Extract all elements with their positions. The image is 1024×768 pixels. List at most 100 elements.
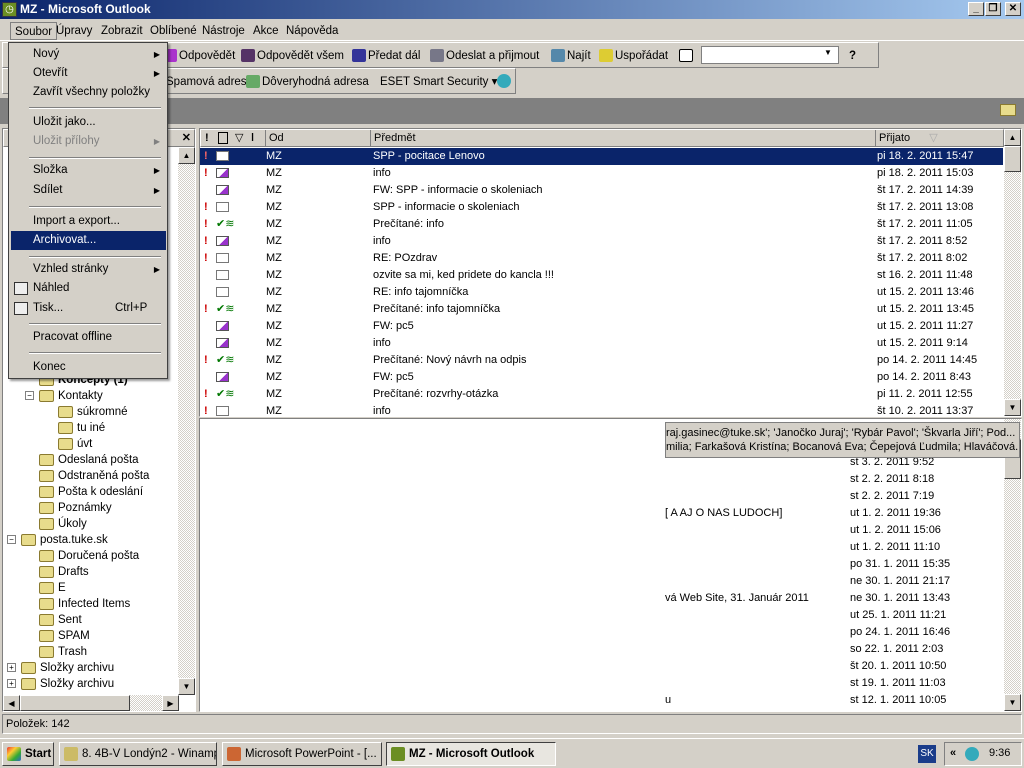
importance-column[interactable]: ! — [205, 130, 209, 146]
menu-item-zavřít-všechny-položky[interactable]: Zavřít všechny položky — [11, 83, 166, 102]
message-row[interactable]: MZ info ut 15. 2. 2011 9:14 — [200, 335, 1003, 352]
folder-item[interactable]: Trash — [39, 644, 87, 660]
message-row[interactable]: [ A AJ O NAS LUDOCH] ut 1. 2. 2011 19:36 — [200, 505, 1003, 522]
message-row[interactable]: ut 1. 2. 2011 11:10 — [200, 539, 1003, 556]
folder-item[interactable]: + Složky archivu — [7, 660, 114, 676]
message-row[interactable]: st 2. 2. 2011 8:18 — [200, 471, 1003, 488]
tray-chevron-icon[interactable]: « — [950, 747, 956, 759]
message-row[interactable]: ! MZ SPP - pocitace Lenovo pi 18. 2. 2011 1… — [200, 148, 1003, 165]
icon-column[interactable] — [218, 132, 228, 144]
help-button[interactable]: ? — [849, 47, 856, 65]
expander-icon[interactable]: − — [7, 535, 16, 544]
message-row[interactable]: ! ✔≋ MZ Prečítané: info št 17. 2. 2011 11:05 — [200, 216, 1003, 233]
expander-icon[interactable]: + — [7, 679, 16, 688]
menu-item-náhled[interactable]: Náhled — [11, 279, 166, 298]
message-row[interactable]: u st 12. 1. 2011 10:05 — [200, 692, 1003, 709]
minimize-button[interactable]: _ — [968, 2, 984, 16]
scroll-down-button[interactable]: ▼ — [1004, 694, 1021, 711]
clock[interactable]: 9:36 — [989, 747, 1010, 759]
send-receive-button[interactable]: Odeslat a přijmout — [430, 47, 539, 65]
folder-item[interactable]: SPAM — [39, 628, 90, 644]
menu-zobrazit[interactable]: Zobrazit — [97, 22, 147, 40]
message-row[interactable]: ! MZ info pi 18. 2. 2011 15:03 — [200, 165, 1003, 182]
contact-search-input[interactable] — [701, 46, 839, 64]
folder-item[interactable]: Odeslaná pošta — [39, 452, 139, 468]
scroll-up-button[interactable]: ▲ — [178, 147, 195, 164]
folder-item[interactable]: Drafts — [39, 564, 89, 580]
menu-item-tisk[interactable]: Tisk... Ctrl+P — [11, 299, 166, 318]
menu-akce[interactable]: Akce — [249, 22, 283, 40]
message-row[interactable]: št 20. 1. 2011 10:50 — [200, 658, 1003, 675]
folder-item[interactable]: Poznámky — [39, 500, 112, 516]
message-row[interactable]: MZ FW: pc5 ut 15. 2. 2011 11:27 — [200, 318, 1003, 335]
folder-item[interactable]: − posta.tuke.sk — [7, 532, 108, 548]
scroll-left-button[interactable]: ◀ — [3, 695, 20, 711]
folder-item[interactable]: úvt — [58, 436, 92, 452]
menu-item-vzhled-stránky[interactable]: Vzhled stránky ▶ — [11, 260, 166, 279]
menu-oblibene[interactable]: Oblíbené — [146, 22, 201, 40]
subject-column[interactable]: Předmět — [370, 130, 876, 146]
folder-item[interactable]: Pošta k odeslání — [39, 484, 143, 500]
message-row[interactable]: po 24. 1. 2011 16:46 — [200, 624, 1003, 641]
start-button[interactable]: Start — [2, 742, 54, 766]
flag-column[interactable]: ▽ — [235, 130, 243, 146]
message-row[interactable]: MZ ozvite sa mi, ked pridete do kancla !!… — [200, 267, 1003, 284]
folder-item[interactable]: súkromné — [58, 404, 128, 420]
folder-item[interactable]: Sent — [39, 612, 82, 628]
message-row[interactable]: ut 1. 2. 2011 15:06 — [200, 522, 1003, 539]
reply-all-button[interactable]: Odpovědět všem — [241, 47, 344, 65]
menu-nastroje[interactable]: Nástroje — [198, 22, 249, 40]
message-row[interactable]: st 2. 2. 2011 7:19 — [200, 488, 1003, 505]
from-column[interactable]: Od — [265, 130, 371, 146]
close-icon[interactable]: ✕ — [182, 130, 191, 146]
message-row[interactable]: ! MZ info št 10. 2. 2011 13:37 — [200, 403, 1003, 416]
folder-item[interactable]: Infected Items — [39, 596, 130, 612]
close-button[interactable]: ✕ — [1005, 2, 1021, 16]
message-row[interactable]: so 22. 1. 2011 2:03 — [200, 641, 1003, 658]
taskbar-outlook[interactable]: MZ - Microsoft Outlook — [386, 742, 556, 766]
outlook-app-icon[interactable]: ◷ — [2, 2, 17, 17]
menu-item-konec[interactable]: Konec — [11, 358, 166, 377]
menu-item-pracovat-offline[interactable]: Pracovat offline — [11, 328, 166, 347]
expander-icon[interactable]: − — [25, 391, 34, 400]
menu-napoveda[interactable]: Nápověda — [282, 22, 342, 40]
menu-item-složka[interactable]: Složka ▶ — [11, 161, 166, 180]
menu-soubor[interactable]: Soubor — [10, 22, 58, 40]
folder-item[interactable]: tu iné — [58, 420, 105, 436]
message-row[interactable]: ! ✔≋ MZ Prečítané: info tajomníčka ut 15. 2.… — [200, 301, 1003, 318]
menu-item-uložit-jako[interactable]: Uložit jako... — [11, 113, 166, 132]
scroll-thumb[interactable] — [20, 695, 130, 711]
scroll-down-button[interactable]: ▼ — [1004, 399, 1021, 416]
message-row[interactable]: st 19. 1. 2011 11:03 — [200, 675, 1003, 692]
menu-item-import-a-export[interactable]: Import a export... — [11, 212, 166, 231]
message-row[interactable]: vá Web Site, 31. Január 2011 ne 30. 1. 20… — [200, 590, 1003, 607]
expander-icon[interactable]: + — [7, 663, 16, 672]
menu-item-nový[interactable]: Nový ▶ — [11, 45, 166, 64]
taskbar-powerpoint[interactable]: Microsoft PowerPoint - [... — [222, 742, 382, 766]
lower-pane-scrollbar[interactable]: ▼ — [1004, 419, 1021, 711]
folder-item[interactable]: Odstraněná pošta — [39, 468, 149, 484]
forward-button[interactable]: Předat dál — [352, 47, 420, 65]
received-column[interactable]: Přijato ▽ — [875, 130, 1005, 146]
message-row[interactable]: po 31. 1. 2011 15:35 — [200, 556, 1003, 573]
reply-button[interactable]: Odpovědět — [163, 47, 235, 65]
find-button[interactable]: Najít — [551, 47, 591, 65]
folder-horizontal-scrollbar[interactable]: ◀ ▶ — [3, 695, 179, 711]
folder-item[interactable]: − Kontakty — [25, 388, 103, 404]
language-indicator[interactable]: SK — [918, 745, 936, 763]
scroll-down-button[interactable]: ▼ — [178, 678, 195, 695]
menu-upravy[interactable]: Úpravy — [52, 22, 96, 40]
message-row[interactable]: ! ✔≋ MZ Prečítané: Nový návrh na odpis po 14… — [200, 352, 1003, 369]
message-row[interactable]: ! MZ RE: POzdrav št 17. 2. 2011 8:02 — [200, 250, 1003, 267]
menu-item-otevřít[interactable]: Otevřít ▶ — [11, 64, 166, 83]
message-row[interactable]: MZ FW: pc5 po 14. 2. 2011 8:43 — [200, 369, 1003, 386]
organize-button[interactable]: Uspořádat — [599, 47, 668, 65]
restore-button[interactable]: ❐ — [985, 2, 1001, 16]
folder-item[interactable]: + Složky archivu — [7, 676, 114, 692]
attachment-column[interactable]: ǀ — [251, 130, 254, 146]
menu-item-uložit-přílohy[interactable]: Uložit přílohy ▶ — [11, 132, 166, 151]
chevron-down-icon[interactable]: ▼ — [824, 48, 832, 57]
message-row[interactable]: ut 25. 1. 2011 11:21 — [200, 607, 1003, 624]
message-row[interactable]: ! ✔≋ MZ Prečítané: rozvrhy-otázka pi 11. 2. … — [200, 386, 1003, 403]
scroll-up-button[interactable]: ▲ — [1004, 129, 1021, 146]
